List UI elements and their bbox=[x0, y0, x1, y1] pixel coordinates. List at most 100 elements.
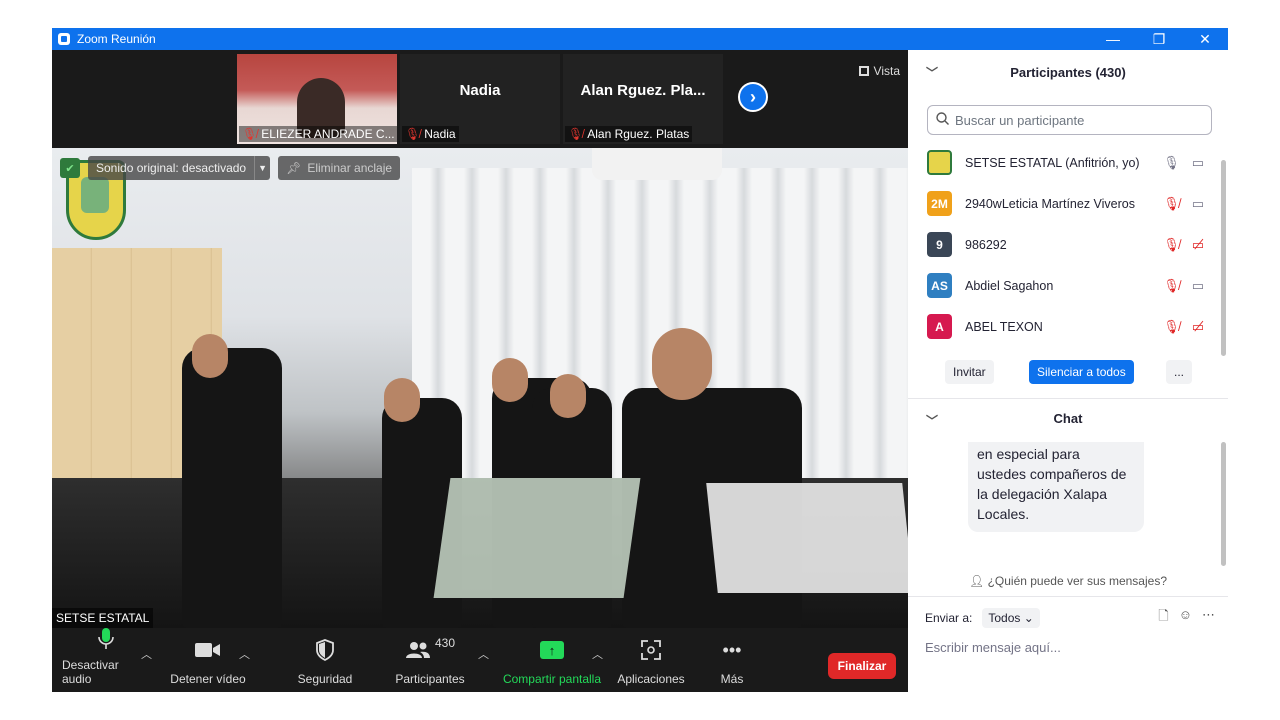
tile-name: Nadia bbox=[459, 82, 501, 99]
camera-icon: ▭ bbox=[1191, 195, 1204, 211]
emoji-icon[interactable]: ☺ bbox=[1179, 607, 1192, 629]
participant-status-icons: 🎙︎ ▭ bbox=[1163, 155, 1204, 171]
close-button[interactable]: ✕ bbox=[1182, 28, 1228, 50]
audio-options-chevron-icon[interactable]: ︿ bbox=[141, 646, 152, 662]
camera-off-icon: ▭̸ bbox=[1191, 236, 1204, 252]
scene-person bbox=[182, 348, 282, 628]
scene-face bbox=[384, 378, 420, 422]
encryption-shield-icon[interactable]: ✔ bbox=[60, 158, 80, 178]
chat-message: en especial para ustedes compañeros de l… bbox=[968, 442, 1144, 532]
file-icon[interactable]: 🗋 bbox=[1158, 607, 1168, 629]
send-to-label: Enviar a: bbox=[925, 611, 973, 625]
avatar bbox=[927, 150, 952, 175]
invite-button[interactable]: Invitar bbox=[945, 360, 994, 384]
camera-off-icon: ▭̸ bbox=[1191, 318, 1204, 334]
video-tile[interactable]: Nadia 🎙︎̸ Nadia bbox=[400, 54, 560, 144]
chat-header: ﹀ Chat bbox=[908, 400, 1228, 436]
speaker-name-tag: SETSE ESTATAL bbox=[52, 608, 154, 628]
security-button[interactable]: Seguridad bbox=[282, 628, 368, 692]
camera-icon: ▭ bbox=[1191, 277, 1204, 293]
camera-icon: ▭ bbox=[1191, 154, 1204, 170]
participant-status-icons: 🎙︎̸ ▭ bbox=[1163, 196, 1204, 212]
zoom-app-icon bbox=[58, 33, 70, 45]
zoom-window: Zoom Reunión — ❐ ✕ 🎙︎̸ ELIEZER ANDRADE C… bbox=[52, 28, 1228, 692]
window-title: Zoom Reunión bbox=[77, 32, 156, 46]
chat-scrollbar[interactable] bbox=[1221, 442, 1226, 566]
participant-row[interactable]: AS Abdiel Sagahon 🎙︎̸ ▭ bbox=[908, 265, 1228, 306]
participant-list: SETSE ESTATAL (Anfitrión, yo) 🎙︎ ▭ 2M 2940wL… bbox=[908, 142, 1228, 347]
participant-row[interactable]: 2M 2940wLeticia Martínez Viveros 🎙︎̸ ▭ bbox=[908, 183, 1228, 224]
next-page-button[interactable]: › bbox=[738, 82, 768, 112]
original-sound-button[interactable]: Sonido original: desactivado ▼ bbox=[88, 156, 271, 180]
collapse-chevron-icon[interactable]: ﹀ bbox=[926, 64, 938, 81]
restore-button[interactable]: ❐ bbox=[1136, 28, 1182, 50]
mic-off-icon: 🎙︎̸ bbox=[568, 127, 584, 141]
more-options-button[interactable]: ... bbox=[1166, 360, 1193, 384]
participants-title: Participantes (430) bbox=[1010, 64, 1126, 80]
participant-actions: Invitar Silenciar a todos ... bbox=[908, 358, 1228, 388]
divider bbox=[908, 398, 1228, 399]
video-tile[interactable]: Alan Rguez. Pla... 🎙︎̸ Alan Rguez. Plata… bbox=[563, 54, 723, 144]
microphone-muted-icon: 🎙︎̸ bbox=[1163, 318, 1180, 334]
ellipsis-icon: ••• bbox=[722, 639, 742, 660]
participant-list-scrollbar[interactable] bbox=[1221, 160, 1226, 356]
mute-button[interactable]: Desactivar audio bbox=[62, 628, 150, 692]
participant-row[interactable]: SETSE ESTATAL (Anfitrión, yo) 🎙︎ ▭ bbox=[908, 142, 1228, 183]
video-tile[interactable]: 🎙︎̸ ELIEZER ANDRADE C... bbox=[237, 54, 397, 144]
person-icon: 👤︎ bbox=[968, 574, 985, 588]
microphone-muted-icon: 🎙︎̸ bbox=[1163, 277, 1180, 293]
participant-search-input[interactable]: Buscar un participante bbox=[927, 105, 1212, 135]
share-arrow-icon: ↑ bbox=[540, 641, 564, 659]
chat-visibility-info[interactable]: 👤︎ ¿Quién puede ver sus mensajes? bbox=[908, 574, 1228, 588]
video-options-chevron-icon[interactable]: ︿ bbox=[239, 646, 250, 662]
mic-off-icon: 🎙︎̸ bbox=[405, 127, 421, 141]
pin-icon: 📌︎ bbox=[286, 161, 302, 175]
view-label: Vista bbox=[873, 64, 900, 78]
collapse-chevron-icon[interactable]: ﹀ bbox=[926, 412, 938, 429]
chat-send-row: Enviar a: Todos ⌄ 🗋 ☺ ⋯ bbox=[925, 606, 1215, 630]
grid-view-icon bbox=[858, 66, 869, 76]
video-strip: 🎙︎̸ ELIEZER ANDRADE C... Nadia 🎙︎̸ Nadia… bbox=[52, 50, 908, 146]
microphone-muted-icon: 🎙︎̸ bbox=[1163, 195, 1180, 211]
view-button[interactable]: Vista bbox=[858, 64, 900, 78]
tile-label: 🎙︎̸ Nadia bbox=[402, 126, 459, 142]
music-stand bbox=[706, 483, 908, 593]
participant-status-icons: 🎙︎̸ ▭̸ bbox=[1163, 319, 1204, 335]
participants-button[interactable]: 430 Participantes bbox=[386, 628, 474, 692]
chat-title: Chat bbox=[1053, 410, 1083, 426]
caret-down-icon[interactable]: ▼ bbox=[254, 156, 270, 180]
participant-status-icons: 🎙︎̸ ▭ bbox=[1163, 278, 1204, 294]
apps-icon bbox=[641, 636, 661, 664]
avatar: 2M bbox=[927, 191, 952, 216]
microphone-muted-icon: 🎙︎̸ bbox=[1163, 236, 1180, 252]
tile-label: 🎙︎̸ Alan Rguez. Platas bbox=[565, 126, 693, 142]
more-button[interactable]: ••• Más bbox=[712, 628, 752, 692]
share-screen-button[interactable]: ↑ Compartir pantalla bbox=[500, 628, 604, 692]
mute-all-button[interactable]: Silenciar a todos bbox=[1029, 360, 1134, 384]
main-video: ✔ Sonido original: desactivado ▼ 📌︎ Elim… bbox=[52, 148, 908, 628]
scene-face bbox=[492, 358, 528, 402]
music-stand bbox=[433, 478, 641, 598]
remove-pin-button[interactable]: 📌︎ Eliminar anclaje bbox=[278, 156, 401, 180]
ellipsis-icon[interactable]: ⋯ bbox=[1202, 607, 1215, 629]
side-panel: ﹀ Participantes (430) Buscar un particip… bbox=[908, 50, 1228, 692]
participants-options-chevron-icon[interactable]: ︿ bbox=[478, 646, 489, 662]
microphone-icon: 🎙︎ bbox=[1163, 154, 1180, 170]
camera-icon bbox=[195, 636, 221, 664]
search-icon bbox=[936, 112, 949, 128]
meeting-toolbar: Desactivar audio ︿ Detener vídeo ︿ Segur… bbox=[52, 628, 908, 692]
chat-message-input[interactable]: Escribir mensaje aquí... bbox=[925, 640, 1061, 655]
apps-button[interactable]: Aplicaciones bbox=[608, 628, 694, 692]
recipient-select[interactable]: Todos ⌄ bbox=[982, 608, 1040, 628]
scene-face bbox=[192, 334, 228, 378]
avatar: AS bbox=[927, 273, 952, 298]
title-bar: Zoom Reunión — ❐ ✕ bbox=[52, 28, 1228, 50]
divider bbox=[908, 596, 1228, 597]
chevron-down-icon: ⌄ bbox=[1023, 611, 1034, 625]
participant-status-icons: 🎙︎̸ ▭̸ bbox=[1163, 237, 1204, 253]
participant-row[interactable]: 9 986292 🎙︎̸ ▭̸ bbox=[908, 224, 1228, 265]
participant-row[interactable]: A ABEL TEXON 🎙︎̸ ▭̸ bbox=[908, 306, 1228, 347]
share-options-chevron-icon[interactable]: ︿ bbox=[592, 646, 603, 662]
minimize-button[interactable]: — bbox=[1090, 28, 1136, 50]
end-meeting-button[interactable]: Finalizar bbox=[828, 653, 896, 679]
